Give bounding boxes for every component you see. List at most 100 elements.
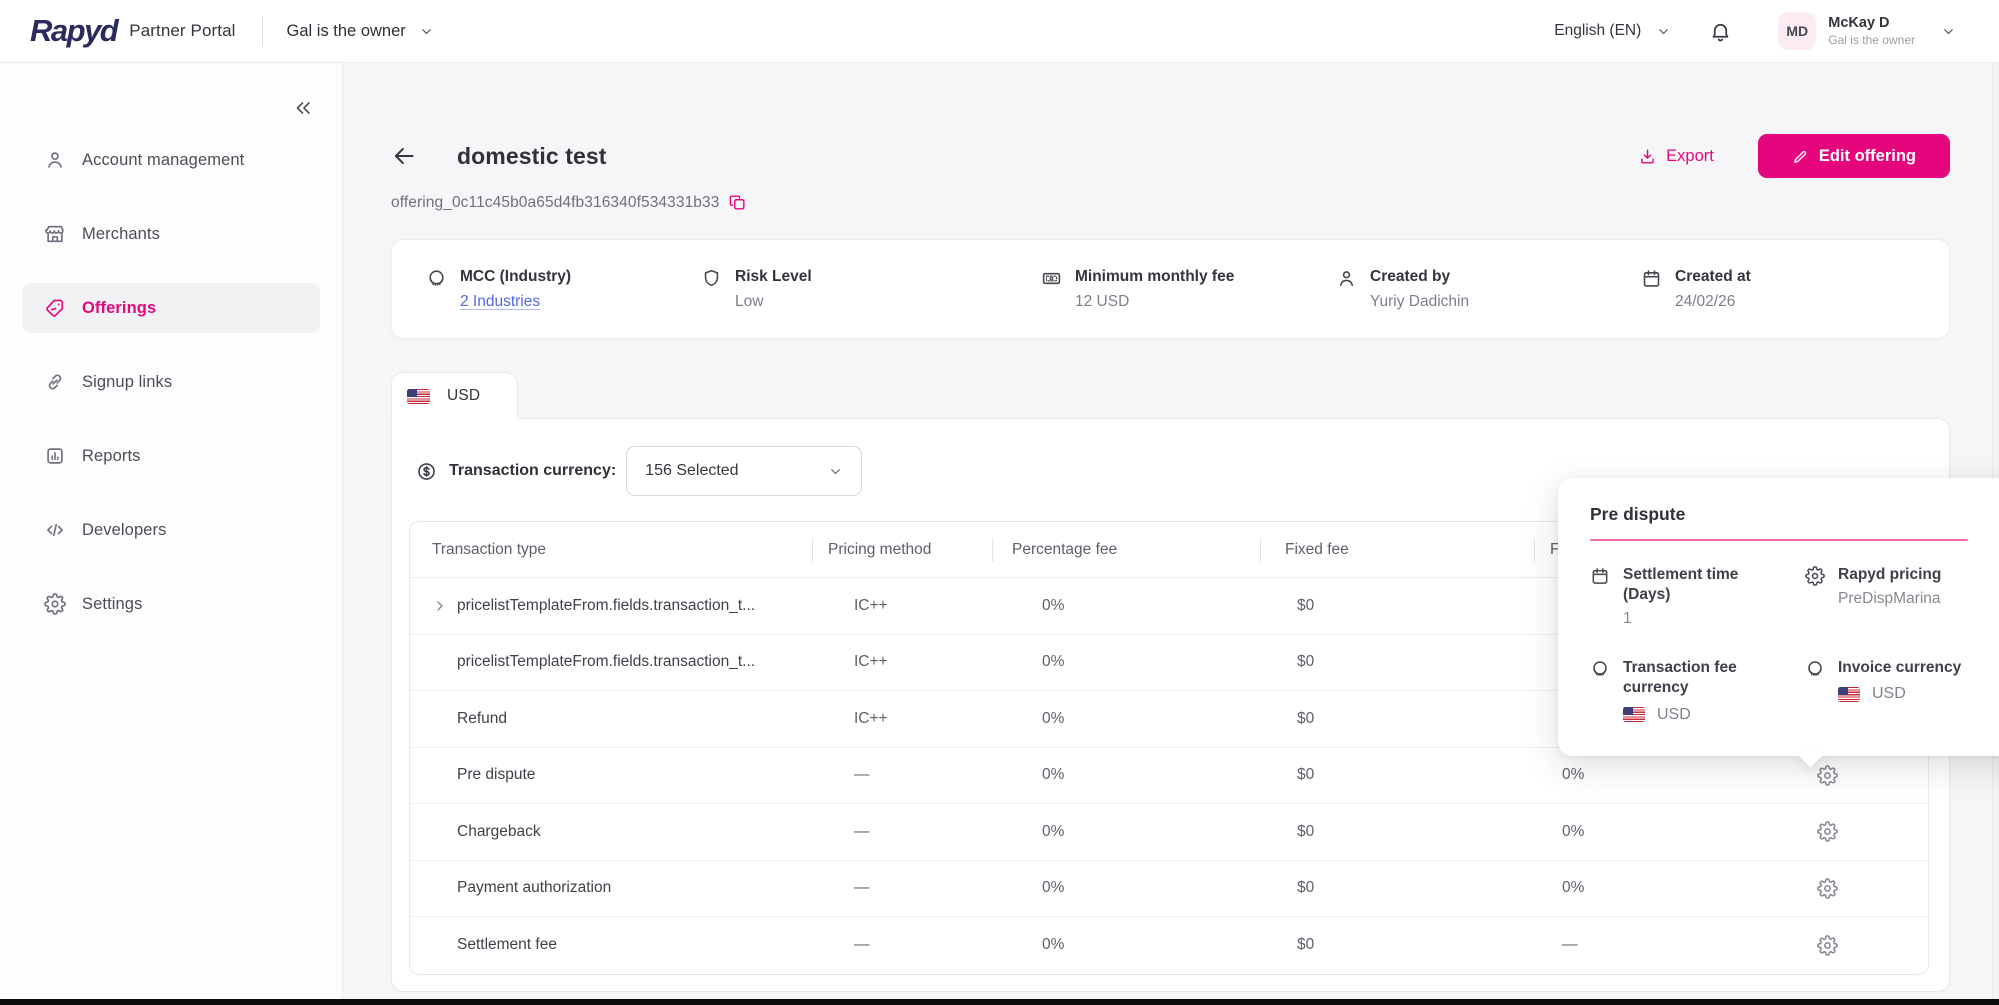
sidebar-item-settings[interactable]: Settings <box>22 579 320 629</box>
pre-dispute-popover: Pre dispute Settlement time (Days)1Rapyd… <box>1558 478 1999 756</box>
row-settings-gear-icon[interactable] <box>1817 821 1838 842</box>
popover-item-label: Transaction fee currency <box>1623 658 1783 698</box>
transaction-type-text: Settlement fee <box>457 936 557 954</box>
cell-percentage-fee: 0% <box>992 597 1260 615</box>
summary-item-created-at: Created at24/02/26 <box>1641 268 1949 311</box>
row-expander <box>432 767 457 783</box>
cell-fx-markup: — <box>1534 936 1792 954</box>
column-header-pricing-method: Pricing method <box>812 522 992 577</box>
sidebar-item-account-management[interactable]: Account management <box>22 135 320 185</box>
edit-offering-button[interactable]: Edit offering <box>1758 134 1950 178</box>
cell-fixed-fee: $0 <box>1260 710 1534 728</box>
popover-divider <box>1590 539 1968 541</box>
shield-icon <box>701 268 722 289</box>
cell-pricing-method: — <box>812 766 992 784</box>
sidebar: Account management Merchants Offerings Sign… <box>0 63 343 999</box>
tab-usd[interactable]: USD <box>391 372 518 419</box>
tab-usd-label: USD <box>447 387 480 405</box>
cell-percentage-fee: 0% <box>992 766 1260 784</box>
store-icon <box>44 223 66 245</box>
cell-percentage-fee: 0% <box>992 936 1260 954</box>
user-role: Gal is the owner <box>1828 33 1915 47</box>
chevron-down-icon <box>419 24 434 39</box>
collapse-sidebar-icon[interactable] <box>292 97 314 119</box>
summary-value-link[interactable]: 2 Industries <box>460 293 571 311</box>
popover-item-text: Transaction fee currency USD <box>1623 658 1783 723</box>
table-row: Chargeback—0%$00% <box>410 804 1928 861</box>
offering-summary-card: MCC (Industry) 2 Industries Risk LevelLow M… <box>391 239 1950 339</box>
transaction-type-text: Payment authorization <box>457 879 611 897</box>
popover-item-settlement-time-days: Settlement time (Days)1 <box>1590 565 1805 628</box>
product-name: Partner Portal <box>129 21 235 41</box>
row-expander <box>432 937 457 953</box>
account-switcher[interactable]: Gal is the owner <box>287 22 434 41</box>
row-expander[interactable] <box>432 598 457 614</box>
summary-item-text: Created by Yuriy Dadichin <box>1370 268 1469 311</box>
language-label: English (EN) <box>1554 22 1641 40</box>
column-header-fixed-fee: Fixed fee <box>1260 522 1534 577</box>
popover-item-currency-value: USD <box>1838 685 1961 703</box>
cell-pricing-method: — <box>812 823 992 841</box>
page-header: domestic test Export Edit offering <box>391 133 1950 179</box>
language-selector[interactable]: English (EN) <box>1554 22 1671 40</box>
chevron-right-icon <box>432 598 448 614</box>
rapyd-logo[interactable]: Rapyd <box>30 13 117 49</box>
row-expander <box>432 654 457 670</box>
table-row: Payment authorization—0%$00% <box>410 861 1928 918</box>
copy-icon[interactable] <box>728 193 747 212</box>
us-flag-icon <box>1623 707 1645 722</box>
column-header-transaction-type: Transaction type <box>410 522 812 577</box>
popover-currency-code: USD <box>1657 706 1691 724</box>
sidebar-item-reports[interactable]: Reports <box>22 431 320 481</box>
row-settings-gear-icon[interactable] <box>1817 935 1838 956</box>
avatar[interactable]: MD <box>1778 12 1816 50</box>
transaction-currency-dropdown[interactable]: 156 Selected <box>626 446 862 496</box>
cell-fixed-fee: $0 <box>1260 879 1534 897</box>
cell-transaction-type: Payment authorization <box>410 879 812 897</box>
chevron-down-icon <box>828 464 843 479</box>
row-settings-gear-icon[interactable] <box>1817 765 1838 786</box>
popover-currency-code: USD <box>1872 685 1906 703</box>
page-title: domestic test <box>457 143 607 170</box>
summary-label: Risk Level <box>735 268 812 286</box>
top-bar: Rapyd Partner Portal Gal is the owner En… <box>0 0 1999 63</box>
summary-item-text: Risk LevelLow <box>735 268 812 311</box>
summary-value: Yuriy Dadichin <box>1370 293 1469 311</box>
row-settings-gear-icon[interactable] <box>1817 878 1838 899</box>
back-arrow-icon[interactable] <box>391 143 417 169</box>
transaction-type-text: pricelistTemplateFrom.fields.transaction… <box>457 597 755 615</box>
summary-label: Created by <box>1370 268 1469 286</box>
user-icon <box>1336 268 1357 289</box>
coin-icon <box>426 268 447 289</box>
link-icon <box>44 371 66 393</box>
row-expander <box>432 711 457 727</box>
summary-label: MCC (Industry) <box>460 268 571 286</box>
export-button[interactable]: Export <box>1638 147 1714 166</box>
cell-actions <box>1792 935 1928 956</box>
popover-item-text: Settlement time (Days)1 <box>1623 565 1783 628</box>
offering-id: offering_0c11c45b0a65d4fb316340f534331b3… <box>391 194 719 212</box>
tag-icon <box>44 297 66 319</box>
sidebar-item-offerings[interactable]: Offerings <box>22 283 320 333</box>
cell-pricing-method: IC++ <box>812 597 992 615</box>
chevron-down-icon <box>1941 24 1956 39</box>
cell-fixed-fee: $0 <box>1260 653 1534 671</box>
chevron-down-icon <box>1656 24 1671 39</box>
sidebar-item-label: Merchants <box>82 225 160 244</box>
code-icon <box>44 519 66 541</box>
cell-pricing-method: — <box>812 879 992 897</box>
summary-item-text: Created at24/02/26 <box>1675 268 1751 311</box>
summary-item-minimum-monthly-fee: Minimum monthly fee12 USD <box>1041 268 1336 311</box>
popover-title: Pre dispute <box>1590 504 1998 525</box>
cell-transaction-type: pricelistTemplateFrom.fields.transaction… <box>410 597 812 615</box>
account-switcher-label: Gal is the owner <box>287 22 406 41</box>
cell-pricing-method: — <box>812 936 992 954</box>
sidebar-item-merchants[interactable]: Merchants <box>22 209 320 259</box>
summary-label: Created at <box>1675 268 1751 286</box>
sidebar-item-developers[interactable]: Developers <box>22 505 320 555</box>
user-menu[interactable]: McKay D Gal is the owner <box>1828 15 1956 47</box>
sidebar-item-signup-links[interactable]: Signup links <box>22 357 320 407</box>
transaction-type-text: Refund <box>457 710 507 728</box>
transaction-currency-label: Transaction currency: <box>449 462 616 480</box>
bell-icon[interactable] <box>1709 20 1732 43</box>
